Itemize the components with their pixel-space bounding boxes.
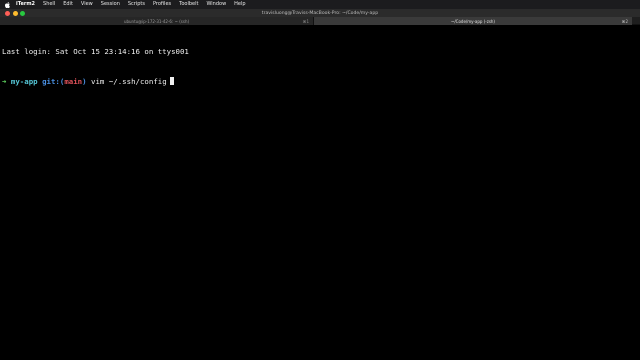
prompt-directory: my-app [10,77,38,86]
menu-session[interactable]: Session [101,0,120,9]
tab-label: ~/Code/my-app (-zsh) [450,18,495,24]
prompt-git-label: git:( [42,77,65,86]
minimize-window-button[interactable] [12,10,18,16]
tab-ssh-session[interactable]: ubuntu@ip-172-31-42-6: ~ (ssh) ⌘1 [0,17,314,25]
tab-shortcut: ⌘2 [621,18,628,24]
apple-menu-icon[interactable] [4,1,10,8]
menu-edit[interactable]: Edit [63,0,73,9]
text-cursor [169,77,174,85]
menu-view[interactable]: View [81,0,93,9]
menu-window[interactable]: Window [206,0,226,9]
zoom-window-button[interactable] [20,10,25,16]
window-titlebar[interactable]: travisluong@Traviss-MacBook-Pro: ~/Code/… [0,9,640,17]
close-window-button[interactable] [5,10,10,16]
prompt-git-branch: main [64,77,83,86]
tab-bar: ubuntu@ip-172-31-42-6: ~ (ssh) ⌘1 ~/Code… [0,17,640,25]
terminal-output[interactable]: Last login: Sat Oct 15 23:14:16 on ttys0… [0,26,640,360]
menu-bar: iTerm2 Shell Edit View Session Scripts P… [0,0,640,9]
menu-shell[interactable]: Shell [43,0,55,9]
tab-shortcut: ⌘1 [302,18,309,24]
window-title: travisluong@Traviss-MacBook-Pro: ~/Code/… [261,10,379,16]
window-controls [5,10,25,16]
typed-command: vim ~/.ssh/config [91,77,167,86]
tab-local-zsh[interactable]: ~/Code/my-app (-zsh) ⌘2 [314,17,632,25]
menu-toolbelt[interactable]: Toolbelt [179,0,198,9]
menu-help[interactable]: Help [234,0,245,9]
tab-label: ubuntu@ip-172-31-42-6: ~ (ssh) [123,18,190,24]
menu-scripts[interactable]: Scripts [128,0,145,9]
prompt-line: ➜ my-app git:(main) vim ~/.ssh/config [2,77,638,87]
menu-iterm2[interactable]: iTerm2 [16,0,35,9]
menu-profiles[interactable]: Profiles [153,0,171,9]
last-login-line: Last login: Sat Oct 15 23:14:16 on ttys0… [2,47,189,56]
